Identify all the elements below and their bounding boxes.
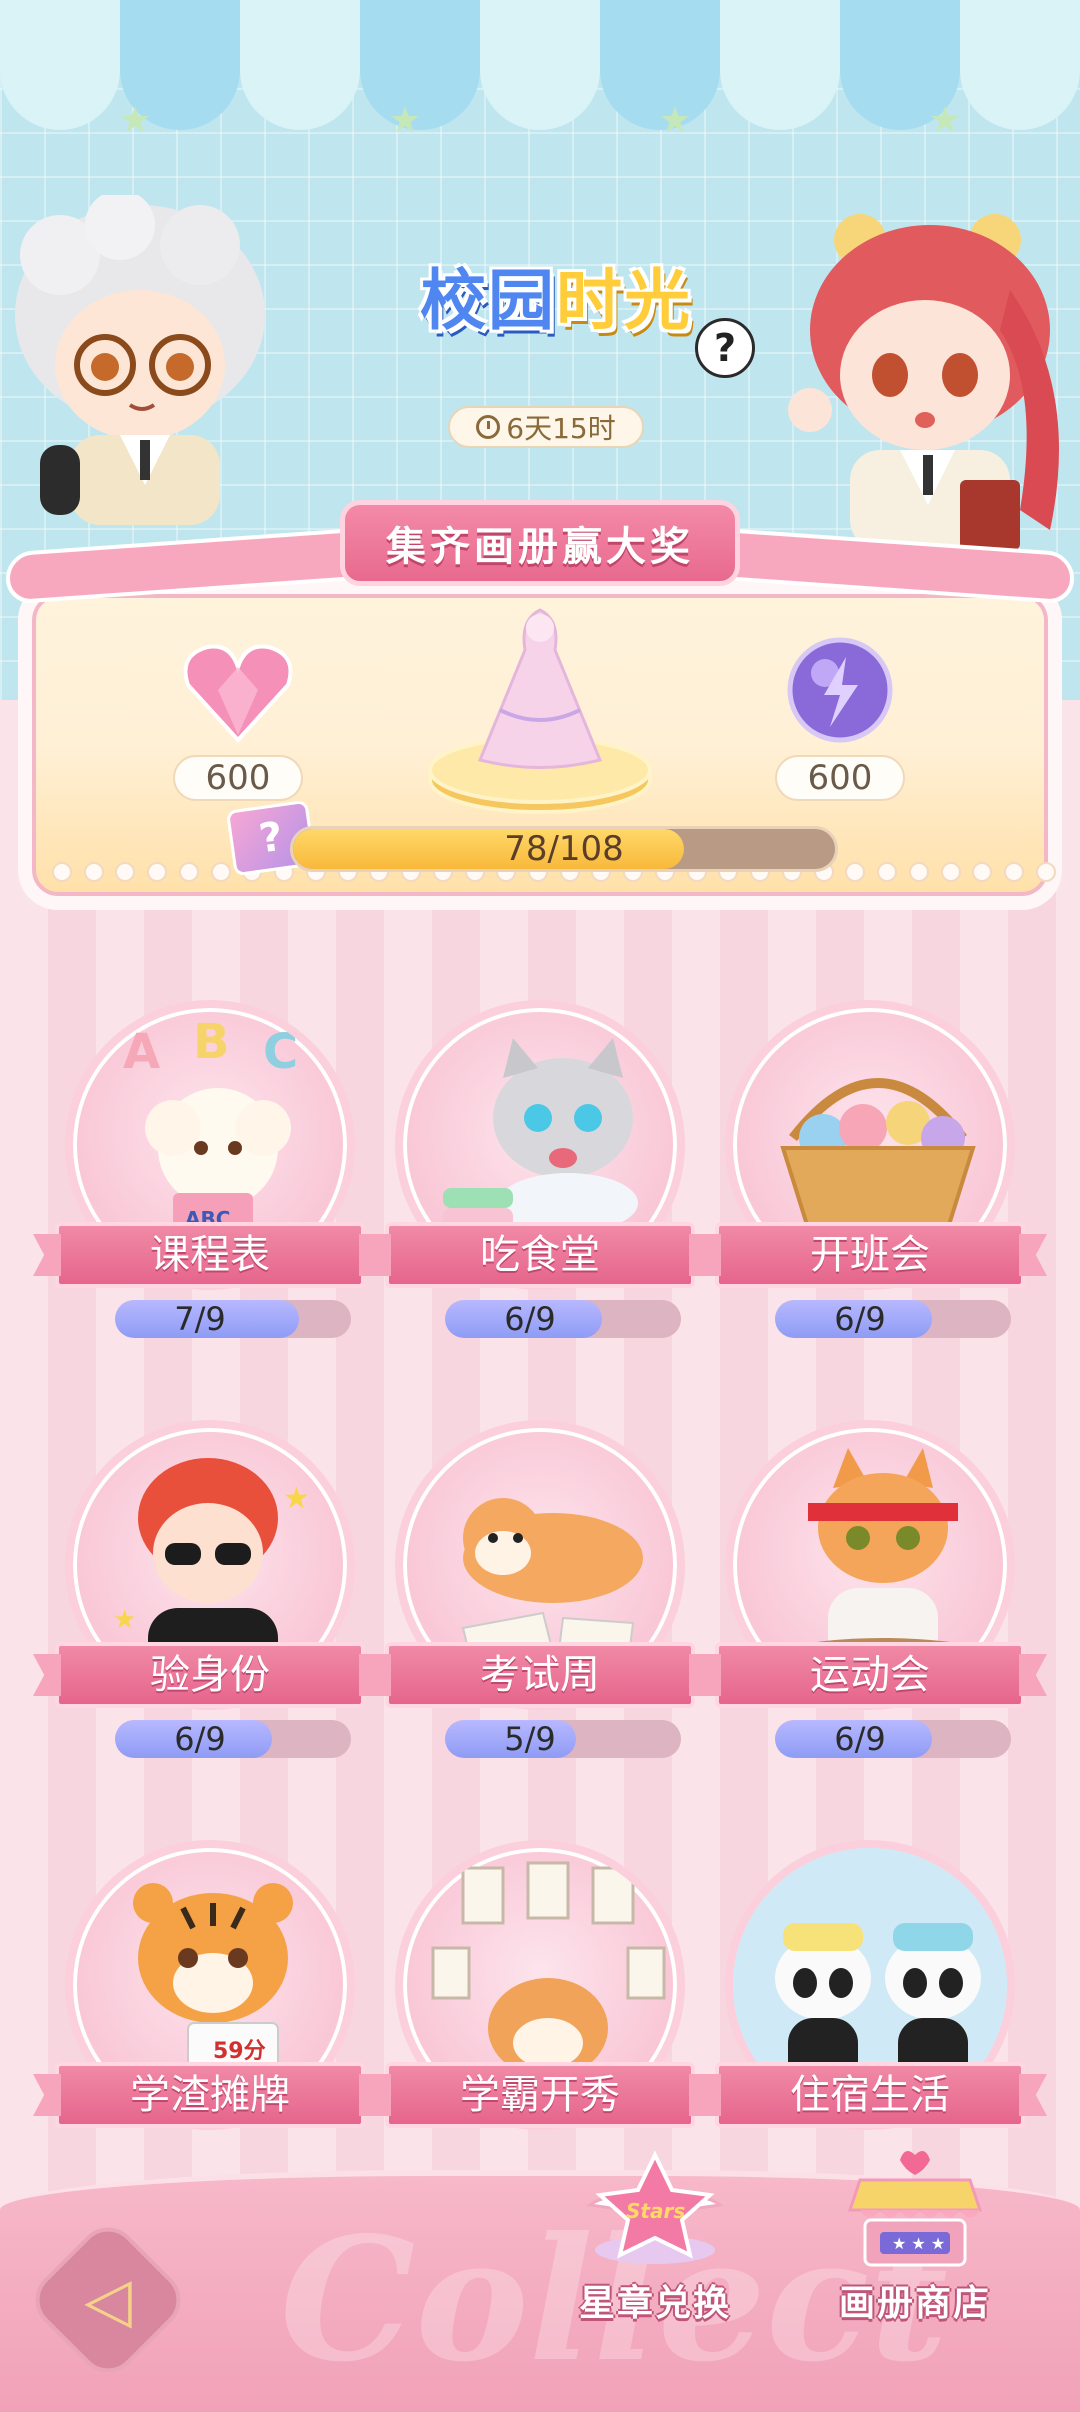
album-shop-button[interactable]: ★ ★ ★ 画册商店 <box>820 2150 1010 2326</box>
event-timer: 6天15时 <box>448 406 644 448</box>
title-part1: 校园 <box>420 262 556 339</box>
help-button[interactable]: ? <box>695 318 755 378</box>
card-label: 学渣摊牌 <box>55 2062 365 2128</box>
pink-heart-gem-icon <box>183 644 293 743</box>
album-shop-label: 画册商店 <box>838 2283 991 2324</box>
card-progress-text: 5/9 <box>504 1720 556 1758</box>
album-card-schedule[interactable]: A B C ABC 课程表 7/9 <box>45 1000 375 1340</box>
right-reward[interactable]: 600 <box>770 635 910 801</box>
left-reward[interactable]: 600 <box>168 635 308 801</box>
card-label: 运动会 <box>715 1642 1025 1708</box>
shop-stall-icon: ★ ★ ★ <box>847 2151 983 2267</box>
card-progress-text: 7/9 <box>174 1300 226 1338</box>
card-label: 验身份 <box>55 1642 365 1708</box>
card-label: 吃食堂 <box>385 1222 695 1288</box>
lightning-orb-icon <box>787 637 893 743</box>
back-arrow-icon[interactable]: ◁ <box>70 2262 146 2338</box>
stars-badge-text: Stars <box>626 2199 685 2223</box>
card-label: 课程表 <box>55 1222 365 1288</box>
album-card-canteen[interactable]: 吃食堂 6/9 <box>375 1000 705 1340</box>
album-card-class-meeting[interactable]: 开班会 6/9 <box>705 1000 1035 1340</box>
svg-text:★: ★ <box>283 1481 310 1516</box>
left-reward-value: 600 <box>173 755 303 801</box>
svg-text:C: C <box>263 1024 298 1080</box>
card-label: 考试周 <box>385 1642 695 1708</box>
clock-icon <box>476 415 501 439</box>
title-part2: 时光 <box>556 262 692 339</box>
timer-text: 6天15时 <box>506 412 616 445</box>
reward-banner: 集齐画册赢大奖 <box>340 500 740 586</box>
card-label: 学霸开秀 <box>385 2062 695 2128</box>
star-badge-icon: Stars <box>586 2150 724 2264</box>
svg-text:59分: 59分 <box>213 2039 266 2064</box>
girl-character <box>788 214 1059 550</box>
album-card-slacker[interactable]: 59分 学渣摊牌 <box>45 1840 375 2180</box>
card-label: 住宿生活 <box>715 2062 1025 2128</box>
album-card-sports-day[interactable]: 运动会 6/9 <box>705 1420 1035 1760</box>
svg-text:★ ★ ★: ★ ★ ★ <box>892 2234 945 2253</box>
question-icon: ? <box>713 326 737 370</box>
album-card-identity[interactable]: ★ ★ 验身份 6/9 <box>45 1420 375 1760</box>
collection-progress-text: 78/108 <box>504 829 624 869</box>
right-reward-value: 600 <box>775 755 905 801</box>
boy-character <box>15 195 265 525</box>
album-card-top-student[interactable]: 学霸开秀 <box>375 1840 705 2180</box>
album-card-exam-week[interactable]: 考试周 5/9 <box>375 1420 705 1760</box>
card-progress-text: 6/9 <box>504 1300 556 1338</box>
album-card-dorm-life[interactable]: 住宿生活 <box>705 1840 1035 2180</box>
card-label: 开班会 <box>715 1222 1025 1288</box>
awning-stars: ★ ★ ★ ★ <box>118 100 962 141</box>
stars-exchange-button[interactable]: Stars 星章兑换 <box>560 2150 750 2326</box>
svg-text:A: A <box>123 1024 160 1080</box>
stars-exchange-label: 星章兑换 <box>578 2283 731 2324</box>
dress-reward-pedestal[interactable] <box>420 600 660 820</box>
card-progress-text: 6/9 <box>834 1720 886 1758</box>
card-progress-text: 6/9 <box>174 1720 226 1758</box>
svg-text:★: ★ <box>113 1605 136 1635</box>
card-progress-text: 6/9 <box>834 1300 886 1338</box>
svg-text:B: B <box>193 1014 230 1070</box>
